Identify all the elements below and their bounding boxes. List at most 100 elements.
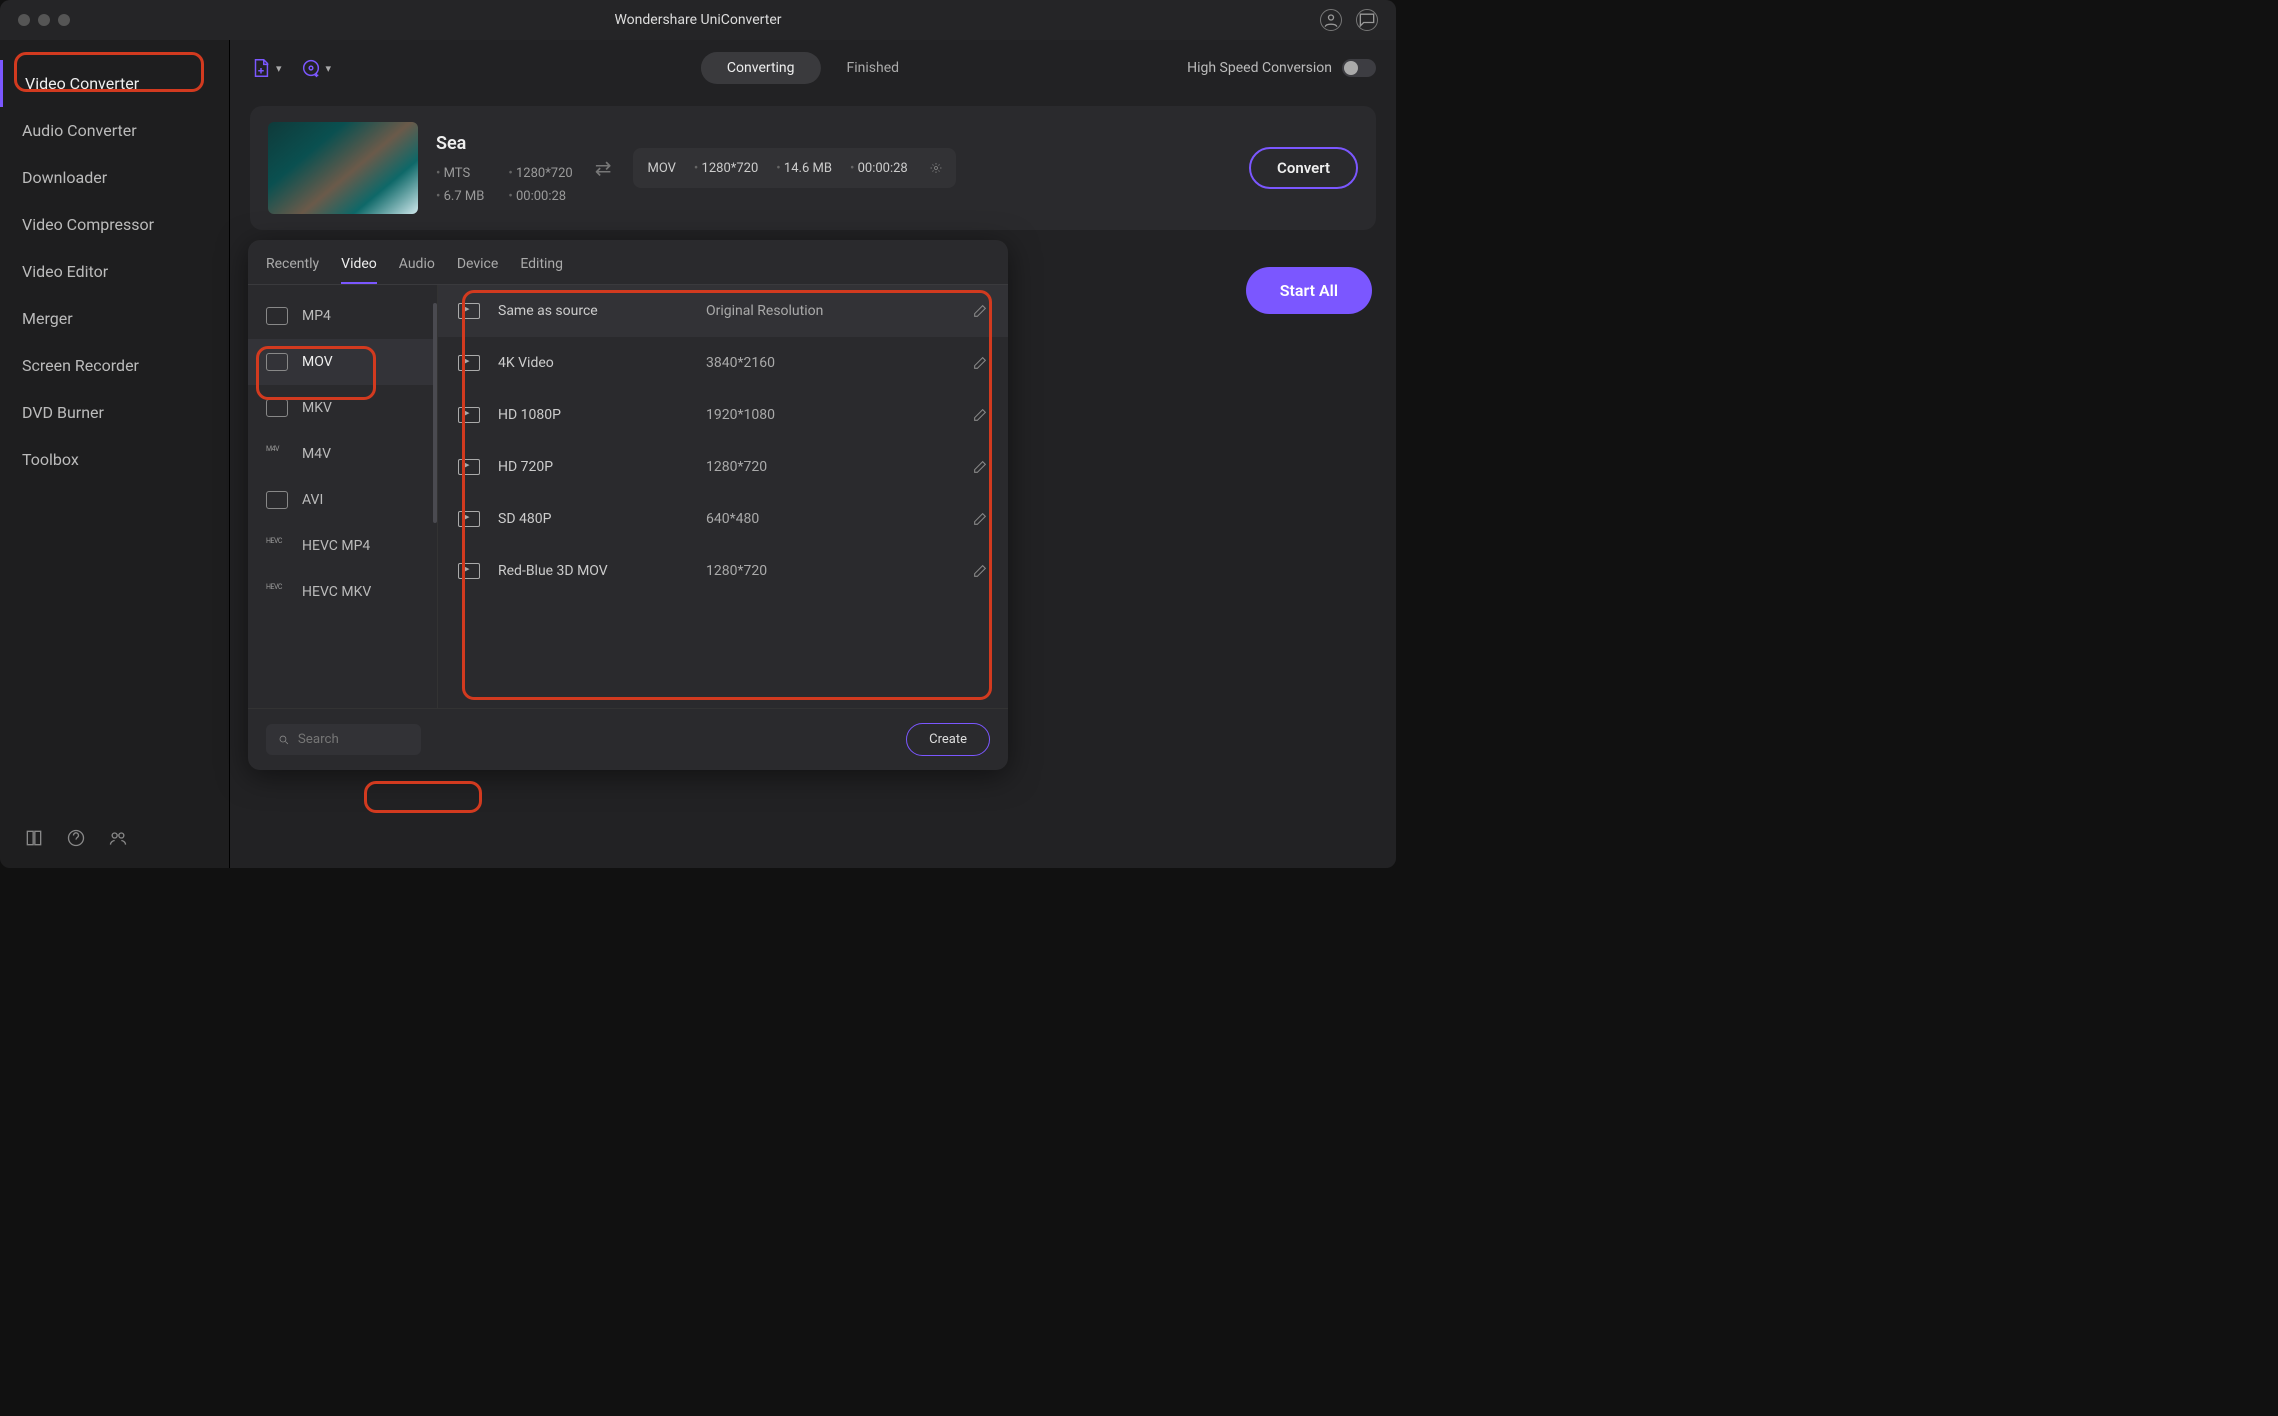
edit-icon[interactable] — [972, 563, 988, 579]
format-item-mov[interactable]: MOV — [248, 339, 437, 385]
input-size: 6.7 MB — [436, 189, 484, 204]
edit-icon[interactable] — [972, 459, 988, 475]
output-pill[interactable]: MOV 1280*720 14.6 MB 00:00:28 — [633, 148, 955, 188]
m4v-icon: M4V — [266, 445, 288, 463]
sidebar-item-merger[interactable]: Merger — [0, 295, 229, 342]
sidebar: Video Converter Audio Converter Download… — [0, 40, 230, 868]
format-list[interactable]: MP4 MOV MKV M4VM4V AVI HEVC HEVC MP4 HEVC… — [248, 285, 438, 708]
preset-resolution: 640*480 — [706, 511, 954, 527]
file-card: Sea MTS 1280*720 6.7 MB 00:00:28 ⇄ MOV 1… — [250, 106, 1376, 230]
preset-list[interactable]: Same as source Original Resolution 4K Vid… — [438, 285, 1008, 708]
output-resolution: 1280*720 — [694, 161, 758, 176]
preset-resolution: 1280*720 — [706, 563, 954, 579]
add-file-button[interactable]: ▾ — [250, 57, 282, 79]
format-label: HEVC MP4 — [302, 538, 370, 554]
preset-item[interactable]: Red-Blue 3D MOV 1280*720 — [438, 545, 1008, 597]
film-icon — [266, 491, 288, 509]
high-speed-toggle[interactable] — [1342, 59, 1376, 77]
gear-icon[interactable] — [926, 160, 942, 176]
popup-tab-recently[interactable]: Recently — [266, 256, 319, 284]
preset-search[interactable] — [266, 724, 421, 755]
high-speed-label: High Speed Conversion — [1187, 60, 1332, 76]
hevc-icon: HEVC — [266, 537, 288, 555]
format-label: MP4 — [302, 308, 331, 324]
format-item-mkv[interactable]: MKV — [248, 385, 437, 431]
video-icon — [458, 303, 480, 319]
preset-resolution: 1920*1080 — [706, 407, 954, 423]
disc-icon — [266, 307, 288, 325]
preset-name: HD 1080P — [498, 407, 688, 423]
popup-tab-editing[interactable]: Editing — [520, 256, 563, 284]
popup-tab-audio[interactable]: Audio — [399, 256, 435, 284]
preset-item[interactable]: SD 480P 640*480 — [438, 493, 1008, 545]
edit-icon[interactable] — [972, 407, 988, 423]
video-icon — [458, 407, 480, 423]
guide-icon[interactable] — [24, 828, 44, 848]
format-popup: Recently Video Audio Device Editing MP4 … — [248, 240, 1008, 770]
tab-converting[interactable]: Converting — [701, 52, 821, 84]
start-all-button[interactable]: Start All — [1246, 267, 1372, 314]
popup-tab-video[interactable]: Video — [341, 256, 377, 284]
sidebar-item-screen-recorder[interactable]: Screen Recorder — [0, 342, 229, 389]
format-item-hevc-mp4[interactable]: HEVC HEVC MP4 — [248, 523, 437, 569]
tab-finished[interactable]: Finished — [821, 52, 926, 84]
preset-resolution: Original Resolution — [706, 303, 954, 319]
file-thumbnail[interactable] — [268, 122, 418, 214]
toolbar: ▾ ▾ Converting Finished High Speed Conve… — [230, 40, 1396, 96]
format-label: AVI — [302, 492, 323, 508]
preset-item[interactable]: Same as source Original Resolution — [438, 285, 1008, 337]
preset-name: Red-Blue 3D MOV — [498, 563, 688, 579]
preset-name: Same as source — [498, 303, 688, 319]
preset-name: HD 720P — [498, 459, 688, 475]
file-name: Sea — [436, 133, 573, 154]
sidebar-item-toolbox[interactable]: Toolbox — [0, 436, 229, 483]
convert-button[interactable]: Convert — [1249, 147, 1358, 189]
preset-item[interactable]: HD 720P 1280*720 — [438, 441, 1008, 493]
preset-item[interactable]: 4K Video 3840*2160 — [438, 337, 1008, 389]
sidebar-item-video-converter[interactable]: Video Converter — [0, 60, 229, 107]
format-label: HEVC MKV — [302, 584, 371, 600]
format-label: MOV — [302, 354, 333, 370]
output-size: 14.6 MB — [776, 161, 832, 176]
hevc-icon: HEVC — [266, 583, 288, 601]
sidebar-item-audio-converter[interactable]: Audio Converter — [0, 107, 229, 154]
sidebar-item-dvd-burner[interactable]: DVD Burner — [0, 389, 229, 436]
edit-icon[interactable] — [972, 511, 988, 527]
video-icon — [266, 399, 288, 417]
sidebar-item-video-editor[interactable]: Video Editor — [0, 248, 229, 295]
output-format: MOV — [647, 161, 675, 176]
format-item-avi[interactable]: AVI — [248, 477, 437, 523]
titlebar: Wondershare UniConverter — [0, 0, 1396, 40]
window-title: Wondershare UniConverter — [0, 12, 1396, 28]
preset-item[interactable]: HD 1080P 1920*1080 — [438, 389, 1008, 441]
preset-name: 4K Video — [498, 355, 688, 371]
format-item-hevc-mkv[interactable]: HEVC HEVC MKV — [248, 569, 437, 615]
arrow-convert-icon: ⇄ — [595, 156, 612, 180]
create-preset-button[interactable]: Create — [906, 723, 990, 756]
video-icon — [458, 511, 480, 527]
add-disc-button[interactable]: ▾ — [300, 57, 332, 79]
video-icon — [458, 563, 480, 579]
video-icon — [458, 355, 480, 371]
edit-icon[interactable] — [972, 303, 988, 319]
input-resolution: 1280*720 — [508, 166, 572, 181]
disc-icon — [266, 353, 288, 371]
chevron-down-icon: ▾ — [326, 62, 332, 75]
preset-resolution: 1280*720 — [706, 459, 954, 475]
search-input[interactable] — [298, 732, 409, 747]
popup-tab-device[interactable]: Device — [457, 256, 498, 284]
format-item-m4v[interactable]: M4VM4V — [248, 431, 437, 477]
community-icon[interactable] — [108, 828, 128, 848]
format-item-mp4[interactable]: MP4 — [248, 293, 437, 339]
preset-name: SD 480P — [498, 511, 688, 527]
video-icon — [458, 459, 480, 475]
input-format: MTS — [436, 166, 484, 181]
sidebar-item-video-compressor[interactable]: Video Compressor — [0, 201, 229, 248]
preset-resolution: 3840*2160 — [706, 355, 954, 371]
help-icon[interactable] — [66, 828, 86, 848]
sidebar-item-downloader[interactable]: Downloader — [0, 154, 229, 201]
edit-icon[interactable] — [972, 355, 988, 371]
search-icon — [278, 733, 290, 747]
format-label: MKV — [302, 400, 332, 416]
input-duration: 00:00:28 — [508, 189, 572, 204]
